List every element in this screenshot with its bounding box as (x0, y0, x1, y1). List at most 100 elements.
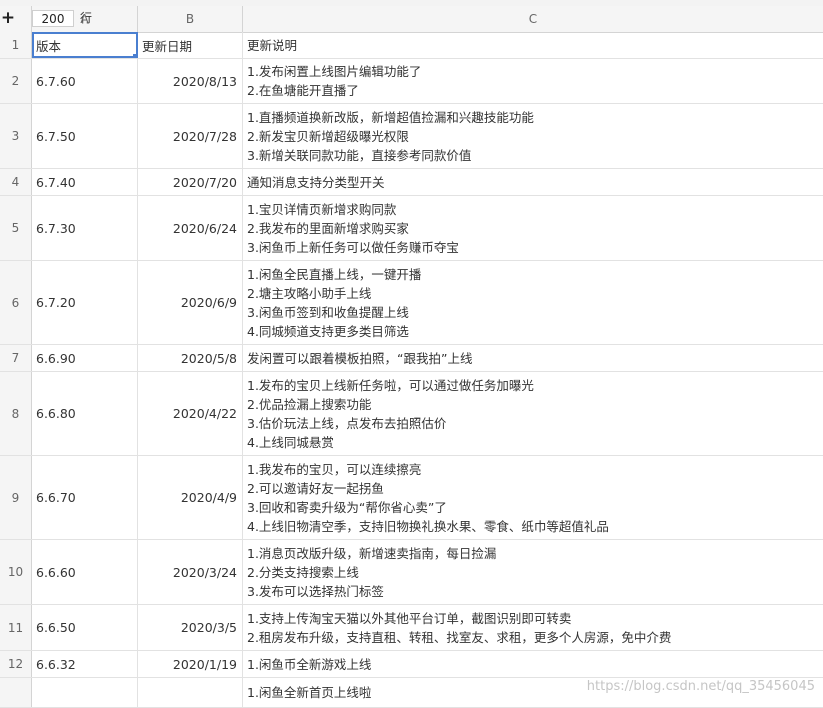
note-line: 2.在鱼塘能开直播了 (247, 83, 359, 98)
cell-update-date[interactable]: 2020/7/28 (138, 104, 243, 168)
note-line: 1.我发布的宝贝，可以连续擦亮 (247, 461, 422, 477)
column-header-a[interactable]: A (32, 6, 138, 32)
row-number[interactable]: 6 (0, 261, 32, 344)
cell-update-date[interactable]: 更新日期 (138, 32, 243, 58)
cell-update-notes[interactable]: 更新说明 (243, 32, 823, 58)
note-line: 2.优品捡漏上搜索功能 (247, 396, 372, 412)
cell-update-date[interactable]: 2020/6/24 (138, 196, 243, 260)
cell-update-date[interactable]: 2020/5/8 (138, 345, 243, 371)
note-line: 1.宝贝详情页新增求购同款 (247, 201, 397, 217)
cell-update-date[interactable]: 2020/7/20 (138, 169, 243, 195)
column-header-b[interactable]: B (138, 6, 243, 32)
notes-lines: 1.闲鱼全民直播上线，一键开播 2.塘主攻略小助手上线 3.闲鱼币签到和收鱼提醒上线… (247, 265, 421, 341)
note-line: 2.租房发布升级，支持直租、转租、找室友、求租，更多个人房源，免中介费 (247, 629, 672, 645)
watermark-text: https://blog.csdn.net/qq_35456045 (586, 679, 815, 694)
notes-lines: 1.支持上传淘宝天猫以外其他平台订单，截图识别即可转卖 2.租房发布升级，支持直租… (247, 609, 671, 647)
table-row: 6 6.7.20 2020/6/9 1.闲鱼全民直播上线，一键开播 2.塘主攻略小助手上… (0, 261, 823, 345)
notes-lines: 发闲置可以跟着模板拍照，“跟我拍”上线 (247, 349, 472, 368)
cell-version[interactable]: 版本 (32, 32, 138, 58)
note-line: 更新说明 (247, 37, 298, 53)
cell-update-date[interactable]: 2020/6/9 (138, 261, 243, 344)
notes-lines: 1.我发布的宝贝，可以连续擦亮 2.可以邀请好友一起拐鱼 3.回收和寄卖升级为“帮你… (247, 460, 609, 536)
column-header-c[interactable]: C (243, 6, 823, 32)
notes-lines: 1.发布的宝贝上线新任务啦，可以通过做任务加曝光 2.优品捡漏上搜索功能 3.估价玩… (247, 376, 534, 452)
note-line: 通知消息支持分类型开关 (247, 174, 385, 190)
cell-version[interactable]: 6.7.50 (32, 104, 138, 168)
cell-update-notes[interactable]: 1.宝贝详情页新增求购同款 2.我发布的里面新增求购买家 3.闲鱼币上新任务可以做任… (243, 196, 823, 260)
cell-update-notes[interactable]: 1.直播频道换新改版，新增超值捡漏和兴趣技能功能 2.新发宝贝新增超级曝光权限 3.… (243, 104, 823, 168)
cell-version[interactable]: 6.7.30 (32, 196, 138, 260)
cell-version[interactable]: 6.7.60 (32, 59, 138, 103)
cell-version[interactable]: 6.6.80 (32, 372, 138, 455)
note-line: 3.发布可以选择热门标签 (247, 583, 384, 599)
note-line: 2.可以邀请好友一起拐鱼 (247, 480, 384, 496)
row-number[interactable]: 12 (0, 651, 32, 677)
notes-lines: 1.闲鱼全新首页上线啦 (247, 683, 371, 702)
note-line: 3.闲鱼币上新任务可以做任务赚币夺宝 (247, 239, 459, 255)
note-line: 2.塘主攻略小助手上线 (247, 285, 372, 301)
note-line: 3.闲鱼币签到和收鱼提醒上线 (247, 304, 409, 320)
row-number[interactable]: 3 (0, 104, 32, 168)
cell-version[interactable]: 6.6.50 (32, 605, 138, 650)
table-row: 4 6.7.40 2020/7/20 通知消息支持分类型开关 (0, 169, 823, 196)
column-header-bar: + 行 A B C (0, 6, 823, 33)
cell-version[interactable]: 6.6.32 (32, 651, 138, 677)
note-line: 3.新增关联同款功能，直接参考同款价值 (247, 147, 472, 163)
row-number[interactable]: 2 (0, 59, 32, 103)
cell-update-date[interactable]: 2020/3/5 (138, 605, 243, 650)
cell-update-notes[interactable]: 通知消息支持分类型开关 (243, 169, 823, 195)
note-line: 4.同城频道支持更多类目筛选 (247, 323, 409, 339)
cell-update-notes[interactable]: 1.发布的宝贝上线新任务啦，可以通过做任务加曝光 2.优品捡漏上搜索功能 3.估价玩… (243, 372, 823, 455)
notes-lines: 1.消息页改版升级，新增速卖指南，每日捡漏 2.分类支持搜索上线 3.发布可以选择热… (247, 544, 496, 601)
notes-lines: 通知消息支持分类型开关 (247, 173, 385, 192)
notes-lines: 更新说明 (247, 36, 297, 55)
cell-update-notes[interactable]: 1.消息页改版升级，新增速卖指南，每日捡漏 2.分类支持搜索上线 3.发布可以选择热… (243, 540, 823, 604)
cell-version[interactable]: 6.6.60 (32, 540, 138, 604)
cell-update-date[interactable]: 2020/4/9 (138, 456, 243, 539)
table-row: 8 6.6.80 2020/4/22 1.发布的宝贝上线新任务啦，可以通过做任务加曝光… (0, 372, 823, 456)
note-line: 2.我发布的里面新增求购买家 (247, 220, 409, 236)
cell-update-notes[interactable]: 1.我发布的宝贝，可以连续擦亮 2.可以邀请好友一起拐鱼 3.回收和寄卖升级为“帮你… (243, 456, 823, 539)
table-row: 1 版本 更新日期 更新说明 (0, 32, 823, 59)
add-rows-button[interactable]: + (0, 7, 16, 29)
cell-update-date[interactable]: 2020/4/22 (138, 372, 243, 455)
note-line: 1.支持上传淘宝天猫以外其他平台订单，截图识别即可转卖 (247, 610, 572, 626)
table-row: 5 6.7.30 2020/6/24 1.宝贝详情页新增求购同款 2.我发布的里面新增求… (0, 196, 823, 261)
row-number[interactable]: 8 (0, 372, 32, 455)
cell-update-notes[interactable]: 1.闲鱼币全新游戏上线 (243, 651, 823, 677)
cell-update-notes[interactable]: 1.发布闲置上线图片编辑功能了 2.在鱼塘能开直播了 (243, 59, 823, 103)
note-line: 4.上线同城悬赏 (247, 434, 334, 450)
note-line: 2.分类支持搜索上线 (247, 564, 359, 580)
table-row: 2 6.7.60 2020/8/13 1.发布闲置上线图片编辑功能了 2.在鱼塘能开直播… (0, 59, 823, 104)
table-row: 12 6.6.32 2020/1/19 1.闲鱼币全新游戏上线 (0, 651, 823, 678)
note-line: 1.发布闲置上线图片编辑功能了 (247, 64, 422, 79)
cell-version[interactable]: 6.7.20 (32, 261, 138, 344)
cell-update-date[interactable]: 2020/1/19 (138, 651, 243, 677)
cell-update-date[interactable]: 2020/3/24 (138, 540, 243, 604)
cell-update-date[interactable]: 2020/8/13 (138, 59, 243, 103)
note-line: 3.估价玩法上线，点发布去拍照估价 (247, 415, 447, 431)
note-line: 1.闲鱼全新首页上线啦 (247, 685, 372, 700)
row-number[interactable]: 4 (0, 169, 32, 195)
row-number[interactable]: 10 (0, 540, 32, 604)
note-line: 1.消息页改版升级，新增速卖指南，每日捡漏 (247, 545, 497, 561)
table-row: 7 6.6.90 2020/5/8 发闲置可以跟着模板拍照，“跟我拍”上线 (0, 345, 823, 372)
notes-lines: 1.发布闲置上线图片编辑功能了 2.在鱼塘能开直播了 (247, 62, 421, 100)
note-line: 3.回收和寄卖升级为“帮你省心卖”了 (247, 499, 447, 515)
cell-update-notes[interactable]: 发闲置可以跟着模板拍照，“跟我拍”上线 (243, 345, 823, 371)
row-number[interactable]: 9 (0, 456, 32, 539)
row-number[interactable]: 7 (0, 345, 32, 371)
table-row: 9 6.6.70 2020/4/9 1.我发布的宝贝，可以连续擦亮 2.可以邀请好友一起… (0, 456, 823, 540)
row-number[interactable]: 11 (0, 605, 32, 650)
table-row: 3 6.7.50 2020/7/28 1.直播频道换新改版，新增超值捡漏和兴趣技能功能… (0, 104, 823, 169)
cell-update-notes[interactable]: 1.支持上传淘宝天猫以外其他平台订单，截图识别即可转卖 2.租房发布升级，支持直租… (243, 605, 823, 650)
cell-version[interactable]: 6.6.90 (32, 345, 138, 371)
note-line: 发闲置可以跟着模板拍照，“跟我拍”上线 (247, 350, 473, 366)
cell-update-notes[interactable]: 1.闲鱼全民直播上线，一键开播 2.塘主攻略小助手上线 3.闲鱼币签到和收鱼提醒上线… (243, 261, 823, 344)
cell-version[interactable]: 6.6.70 (32, 456, 138, 539)
note-line: 4.上线旧物清空季，支持旧物换礼换水果、零食、纸巾等超值礼品 (247, 518, 609, 534)
notes-lines: 1.宝贝详情页新增求购同款 2.我发布的里面新增求购买家 3.闲鱼币上新任务可以做任… (247, 200, 459, 257)
row-number[interactable]: 1 (0, 32, 32, 58)
row-number[interactable]: 5 (0, 196, 32, 260)
cell-version[interactable]: 6.7.40 (32, 169, 138, 195)
